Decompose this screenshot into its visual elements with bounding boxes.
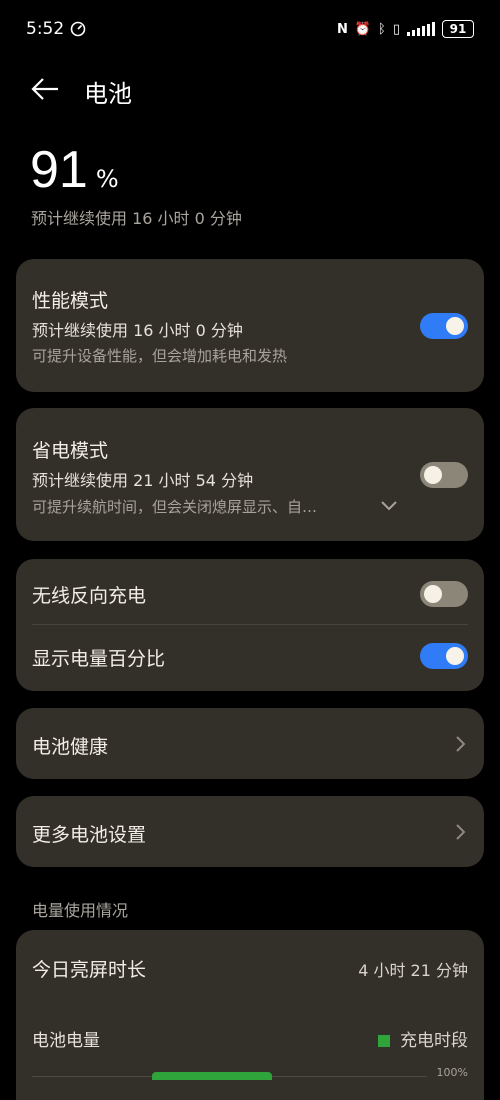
remaining-time: 预计继续使用 16 小时 0 分钟 (31, 209, 242, 228)
performance-mode-estimate: 预计继续使用 16 小时 0 分钟 (32, 321, 243, 340)
charging-legend-label: 充电时段 (400, 1031, 468, 1051)
performance-mode-description: 可提升设备性能，但会增加耗电和发热 (32, 347, 288, 365)
vibrate-icon: ▯ (392, 21, 400, 37)
toggle-knob (424, 585, 442, 603)
bluetooth-icon: ᛒ (378, 21, 386, 37)
status-right: N ⏰ ᛒ ▯ 91 (337, 20, 474, 38)
nfc-icon: N (336, 21, 348, 37)
show-battery-percentage-label: 显示电量百分比 (32, 648, 166, 670)
app-header: 电池 (0, 60, 500, 118)
performance-mode-card[interactable]: 性能模式 预计继续使用 16 小时 0 分钟 可提升设备性能，但会增加耗电和发热 (16, 259, 484, 392)
toggle-knob (446, 317, 464, 335)
status-bar: 5:52 N ⏰ ᛒ ▯ 91 (0, 0, 500, 58)
usage-card: 今日亮屏时长 4 小时 21 分钟 电池电量 充电时段 100% (16, 930, 484, 1100)
charging-legend: 充电时段 (378, 1026, 468, 1051)
toggle-knob (446, 647, 464, 665)
battery-percent-value: 91 (30, 141, 88, 199)
speed-gauge-icon (70, 21, 86, 37)
chevron-right-icon (456, 824, 466, 840)
battery-health-label: 电池健康 (32, 736, 109, 758)
battery-health-item[interactable]: 电池健康 (16, 708, 484, 779)
charging-legend-swatch (378, 1035, 390, 1047)
status-left: 5:52 (26, 19, 86, 39)
back-arrow-icon[interactable] (30, 76, 60, 102)
power-saving-mode-toggle[interactable] (420, 462, 468, 488)
battery-percentage: 91 % (30, 140, 119, 200)
toggle-knob (424, 466, 442, 484)
power-saving-mode-description: 可提升续航时间，但会关闭熄屏显示、自… (32, 498, 318, 516)
wireless-reverse-charging-label: 无线反向充电 (32, 585, 147, 607)
power-saving-mode-card[interactable]: 省电模式 预计继续使用 21 小时 54 分钟 可提升续航时间，但会关闭熄屏显示… (16, 408, 484, 541)
power-saving-mode-estimate: 预计继续使用 21 小时 54 分钟 (32, 471, 254, 490)
expand-chevron-icon[interactable] (380, 500, 398, 512)
usage-section-title: 电量使用情况 (32, 901, 129, 920)
screen-time-label: 今日亮屏时长 (32, 959, 147, 981)
chart-axis-max-label: 100% (436, 1066, 468, 1079)
more-battery-settings-label: 更多电池设置 (32, 824, 147, 846)
power-saving-mode-title: 省电模式 (32, 440, 109, 462)
battery-level-label: 电池电量 (32, 1031, 100, 1051)
signal-icon (407, 22, 435, 36)
chevron-right-icon (456, 736, 466, 752)
battery-toggles-card: 无线反向充电 显示电量百分比 (16, 559, 484, 691)
battery-percent-sign: % (95, 165, 119, 193)
performance-mode-toggle[interactable] (420, 313, 468, 339)
alarm-icon: ⏰ (354, 21, 372, 37)
performance-mode-title: 性能模式 (32, 290, 109, 312)
screen-time-value: 4 小时 21 分钟 (358, 961, 468, 980)
clock: 5:52 (26, 19, 65, 39)
battery-icon: 91 (442, 20, 474, 38)
page-title: 电池 (84, 80, 132, 108)
show-battery-percentage-toggle[interactable] (420, 643, 468, 669)
more-battery-settings-item[interactable]: 更多电池设置 (16, 796, 484, 867)
wireless-reverse-charging-toggle[interactable] (420, 581, 468, 607)
divider (32, 624, 468, 625)
